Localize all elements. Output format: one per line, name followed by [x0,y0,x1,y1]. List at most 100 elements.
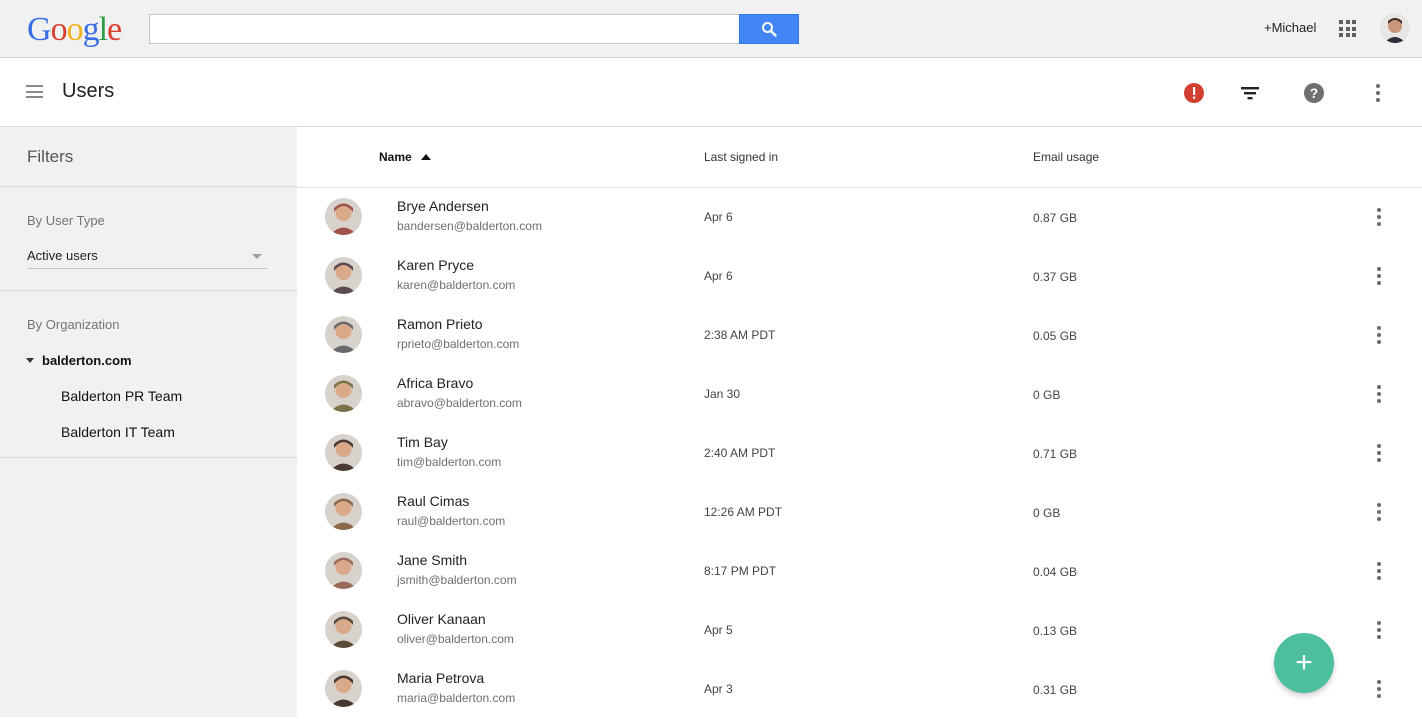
row-more-vert-icon[interactable] [1375,326,1383,344]
user-avatar [325,434,362,471]
column-header-name[interactable]: Name [379,150,431,164]
user-name[interactable]: Africa Bravo [397,375,473,391]
user-name[interactable]: Ramon Prieto [397,316,483,332]
org-child-pr-team[interactable]: Balderton PR Team [61,388,182,404]
user-email: karen@balderton.com [397,278,516,292]
google-plus-profile-link[interactable]: +Michael [1264,20,1316,35]
user-avatar [325,493,362,530]
email-usage: 0 GB [1033,388,1061,402]
user-avatar [325,670,362,707]
row-more-vert-icon[interactable] [1375,621,1383,639]
last-signed-in: 8:17 PM PDT [704,564,777,578]
last-signed-in: Apr 6 [704,210,733,224]
user-type-select[interactable]: Active users [27,248,267,269]
more-vert-icon[interactable] [1366,81,1390,105]
help-icon[interactable]: ? [1302,81,1326,105]
user-name[interactable]: Maria Petrova [397,670,484,686]
divider [0,457,297,458]
user-avatar [325,375,362,412]
user-avatar [325,257,362,294]
column-header-email-usage[interactable]: Email usage [1033,150,1099,164]
email-usage: 0.31 GB [1033,683,1078,697]
table-row[interactable]: Africa Bravo abravo@balderton.com Jan 30 0 … [297,365,1422,424]
table-row[interactable]: Maria Petrova maria@balderton.com Apr 3 0.3… [297,660,1422,719]
user-avatar [325,198,362,235]
search-icon [762,22,777,37]
last-signed-in: Jan 30 [704,387,741,401]
search-input[interactable] [149,14,740,44]
logo-letter: o [66,11,84,48]
organization-label: By Organization [27,317,120,332]
row-more-vert-icon[interactable] [1375,267,1383,285]
user-name[interactable]: Brye Andersen [397,198,489,214]
email-usage: 0.13 GB [1033,624,1078,638]
hamburger-menu-icon[interactable] [26,85,43,98]
last-signed-in: Apr 3 [704,682,733,696]
user-avatar [325,316,362,353]
email-usage: 0.05 GB [1033,329,1078,343]
logo-letter: G [27,11,52,48]
logo-letter: l [98,11,109,48]
user-avatar [325,552,362,589]
add-user-button[interactable]: + [1274,633,1334,693]
user-email: rprieto@balderton.com [397,337,520,351]
sort-ascending-icon [420,154,431,160]
table-row[interactable]: Raul Cimas raul@balderton.com 12:26 AM PDT… [297,483,1422,542]
last-signed-in: 2:38 AM PDT [704,328,776,342]
google-logo[interactable]: Google [27,10,122,50]
expand-triangle-icon[interactable] [26,358,34,363]
row-more-vert-icon[interactable] [1375,208,1383,226]
user-name[interactable]: Karen Pryce [397,257,474,273]
user-avatar [325,611,362,648]
user-email: tim@balderton.com [397,455,502,469]
table-row[interactable]: Tim Bay tim@balderton.com 2:40 AM PDT 0.71 … [297,424,1422,483]
column-header-last-signed-in[interactable]: Last signed in [704,150,778,164]
logo-letter: g [82,11,100,48]
user-name[interactable]: Tim Bay [397,434,448,450]
row-more-vert-icon[interactable] [1375,444,1383,462]
email-usage: 0 GB [1033,506,1061,520]
table-row[interactable]: Oliver Kanaan oliver@balderton.com Apr 5 0.… [297,601,1422,660]
filter-icon[interactable] [1238,81,1262,105]
email-usage: 0.04 GB [1033,565,1078,579]
google-bar: Google +Michael [0,0,1422,58]
account-avatar[interactable] [1380,13,1410,43]
row-more-vert-icon[interactable] [1375,562,1383,580]
row-more-vert-icon[interactable] [1375,385,1383,403]
plus-icon: + [1295,646,1313,679]
user-email: maria@balderton.com [397,691,516,705]
table-header: Name Last signed in Email usage [297,127,1422,188]
last-signed-in: 2:40 AM PDT [704,446,776,460]
user-type-label: By User Type [27,213,105,228]
search-button[interactable] [739,14,799,44]
app-header: Users ? [0,59,1422,127]
table-row[interactable]: Jane Smith jsmith@balderton.com 8:17 PM PD… [297,542,1422,601]
email-usage: 0.37 GB [1033,270,1078,284]
user-email: oliver@balderton.com [397,632,514,646]
user-email: abravo@balderton.com [397,396,522,410]
org-root-label: balderton.com [42,353,132,368]
page-title: Users [62,80,115,102]
user-name[interactable]: Raul Cimas [397,493,469,509]
row-more-vert-icon[interactable] [1375,503,1383,521]
email-usage: 0.87 GB [1033,211,1078,225]
user-email: bandersen@balderton.com [397,219,542,233]
divider [0,290,297,291]
user-name[interactable]: Jane Smith [397,552,467,568]
divider [0,186,297,187]
user-email: jsmith@balderton.com [397,573,517,587]
org-child-it-team[interactable]: Balderton IT Team [61,424,175,440]
email-usage: 0.71 GB [1033,447,1078,461]
apps-grid-icon[interactable] [1339,20,1356,37]
svg-text:?: ? [1310,85,1319,101]
filters-title: Filters [27,147,74,166]
alert-icon[interactable] [1182,81,1206,105]
table-row[interactable]: Brye Andersen bandersen@balderton.com Apr … [297,188,1422,247]
user-name[interactable]: Oliver Kanaan [397,611,486,627]
last-signed-in: 12:26 AM PDT [704,505,783,519]
table-row[interactable]: Ramon Prieto rprieto@balderton.com 2:38 AM… [297,306,1422,365]
table-row[interactable]: Karen Pryce karen@balderton.com Apr 6 0.37 … [297,247,1422,306]
user-type-value: Active users [27,248,98,263]
org-tree-root[interactable]: balderton.com [26,353,132,368]
row-more-vert-icon[interactable] [1375,680,1383,698]
